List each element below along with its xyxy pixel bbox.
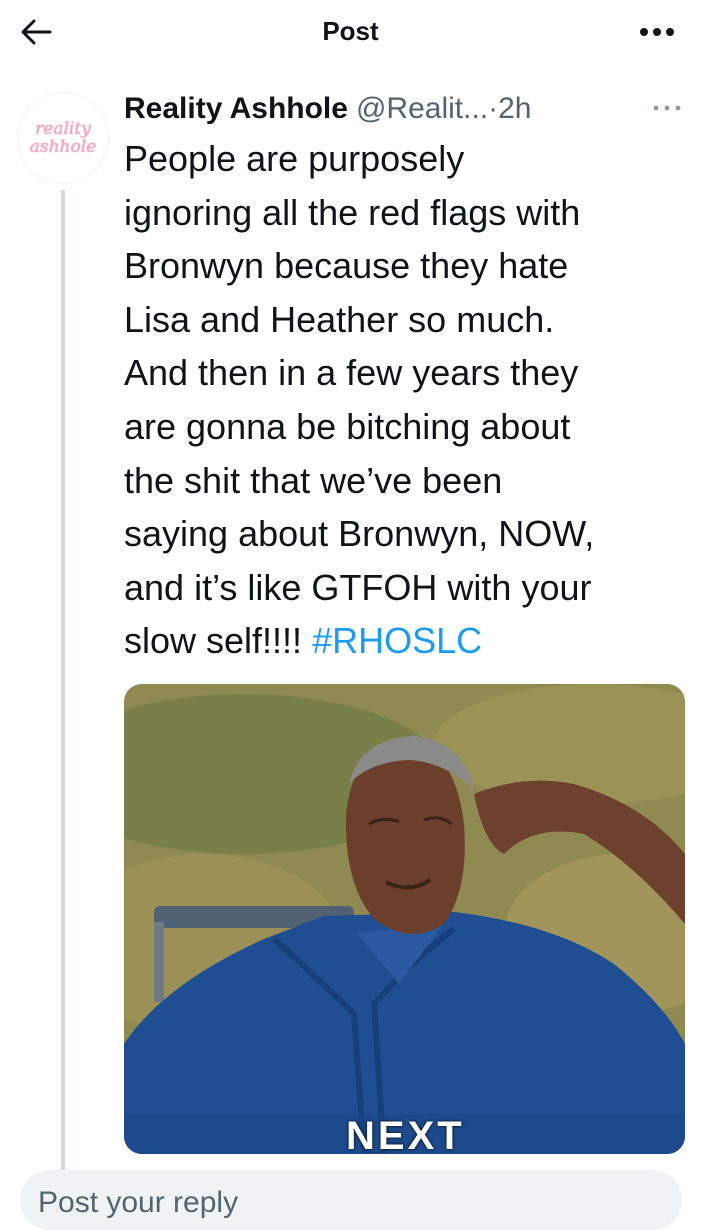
post-meta: Reality Ashhole @Realit... · 2h [124,88,684,130]
gif-image [124,684,685,1154]
more-horizontal-icon [653,105,681,111]
reply-input[interactable]: Post your reply [20,1170,682,1230]
avatar[interactable]: reality ashhole [17,92,109,184]
top-bar: Post [0,0,701,62]
display-name[interactable]: Reality Ashhole [124,92,348,126]
avatar-text-line1: reality [35,119,91,139]
reply-placeholder: Post your reply [38,1186,239,1219]
post-more-button[interactable] [647,94,687,122]
page-title: Post [322,16,379,46]
meta-separator: · [488,92,499,125]
avatar-text-line2: ashhole [29,137,97,157]
more-horizontal-icon [640,28,674,36]
user-handle[interactable]: @Realit... [356,92,488,126]
post-time[interactable]: 2h [498,92,531,126]
post-media-gif[interactable]: NEXT [124,684,685,1154]
post-body: People are purposely ignoring all the re… [124,138,595,662]
more-options-button[interactable] [635,14,679,50]
thread-line [61,190,65,1190]
hashtag-link[interactable]: #RHOSLC [312,620,482,661]
post-text: People are purposely ignoring all the re… [124,132,694,668]
gif-caption: NEXT [346,1114,465,1154]
